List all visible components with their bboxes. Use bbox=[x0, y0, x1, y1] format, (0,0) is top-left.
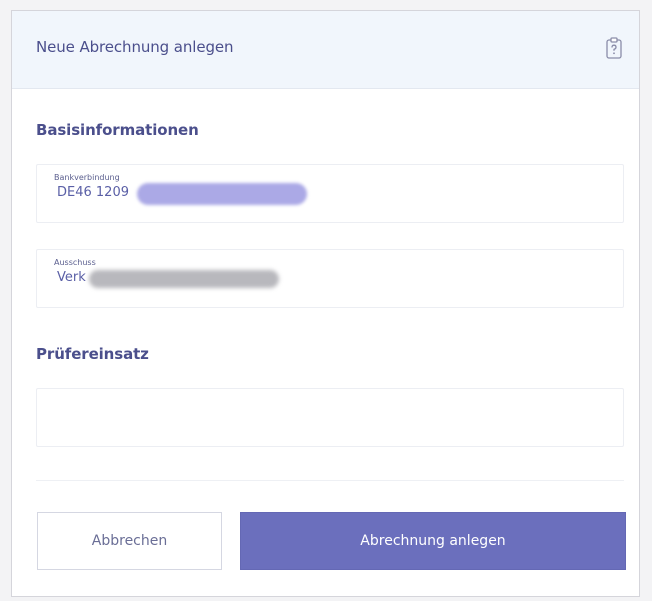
redaction-mask bbox=[89, 270, 279, 288]
ausschuss-label: Ausschuss bbox=[54, 258, 96, 267]
pruefereinsatz-field[interactable] bbox=[36, 388, 624, 447]
ausschuss-field[interactable]: Ausschuss Verk bbox=[36, 249, 624, 308]
clipboard-question-icon[interactable] bbox=[605, 37, 623, 59]
modal-header: Neue Abrechnung anlegen bbox=[12, 11, 639, 89]
redaction-mask bbox=[137, 183, 307, 205]
create-invoice-button[interactable]: Abrechnung anlegen bbox=[240, 512, 626, 570]
ausschuss-value: Verk bbox=[57, 270, 86, 285]
cancel-button[interactable]: Abbrechen bbox=[37, 512, 222, 570]
modal-title: Neue Abrechnung anlegen bbox=[36, 38, 234, 56]
bankverbindung-field[interactable]: Bankverbindung DE46 1209 bbox=[36, 164, 624, 223]
bankverbindung-label: Bankverbindung bbox=[54, 173, 120, 182]
divider bbox=[36, 480, 624, 481]
dialog-frame: Neue Abrechnung anlegen Basisinformation… bbox=[11, 10, 640, 597]
section-title-pruefereinsatz: Prüfereinsatz bbox=[36, 345, 149, 363]
bankverbindung-value: DE46 1209 bbox=[57, 185, 129, 200]
section-title-basisinformationen: Basisinformationen bbox=[36, 121, 199, 139]
